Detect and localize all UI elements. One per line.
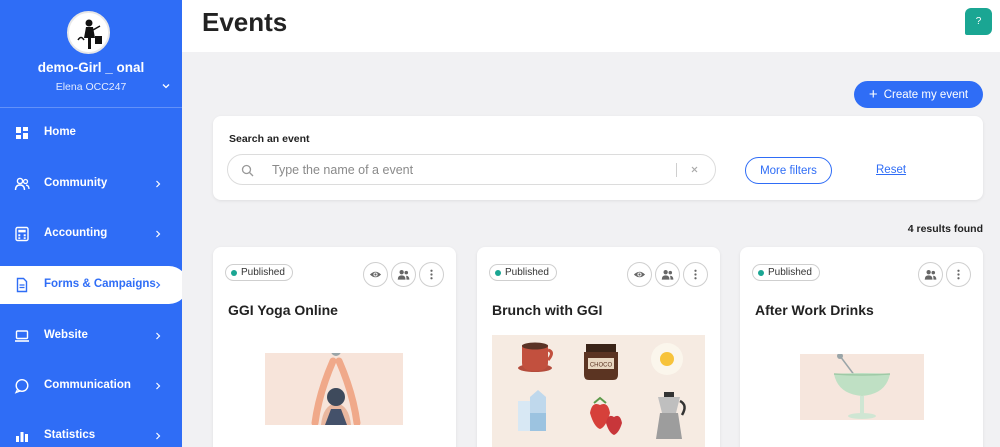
chart-icon [16, 432, 28, 442]
more-vertical-icon [430, 269, 433, 280]
card-actions [627, 262, 708, 287]
event-title: After Work Drinks [755, 302, 874, 318]
card-actions [918, 262, 971, 287]
more-vertical-icon [957, 269, 960, 280]
sidebar-item-label: Forms & Campaigns [44, 278, 156, 290]
status-dot [231, 269, 237, 276]
chevron-right-icon [156, 180, 161, 188]
sidebar-item-label: Community [44, 177, 108, 189]
chat-icon [14, 378, 29, 394]
search-divider [676, 163, 677, 177]
org-avatar[interactable] [67, 11, 110, 54]
chevron-right-icon [156, 332, 161, 340]
close-icon[interactable] [689, 164, 700, 175]
event-title: Brunch with GGI [492, 302, 603, 318]
people-icon [661, 270, 674, 280]
eye-icon [633, 271, 646, 278]
status-dot [758, 269, 764, 276]
sidebar-item-label: Website [44, 329, 88, 341]
status-label: Published [768, 267, 812, 278]
status-badge: Published [489, 264, 557, 281]
dashboard-icon [16, 127, 28, 139]
sidebar-item-home[interactable]: Home [0, 114, 182, 152]
status-dot [495, 269, 501, 276]
sidebar-item-forms-campaigns[interactable]: Forms & Campaigns [0, 266, 182, 304]
event-card[interactable]: Published GGI Yoga Online [213, 247, 456, 447]
event-card[interactable]: Published After Work Drinks [740, 247, 983, 447]
card-actions [363, 262, 444, 287]
sidebar-item-label: Home [44, 126, 76, 138]
help-button[interactable]: ? [965, 8, 992, 35]
view-button[interactable] [363, 262, 388, 287]
search-box[interactable] [227, 154, 716, 185]
chevron-right-icon [156, 382, 161, 390]
chevron-right-icon [156, 230, 161, 238]
participants-button[interactable] [391, 262, 416, 287]
eye-icon [369, 271, 382, 278]
status-label: Published [241, 267, 285, 278]
results-count: 4 results found [907, 223, 983, 235]
create-event-button[interactable]: + Create my event [854, 81, 983, 108]
sidebar-item-label: Accounting [44, 227, 108, 239]
document-icon [16, 277, 28, 293]
choco-label: CHOCO [590, 363, 613, 369]
page-title: Events [202, 7, 288, 37]
search-input[interactable] [272, 161, 672, 179]
sidebar-item-website[interactable]: Website [0, 317, 182, 355]
plus-icon: + [868, 86, 878, 103]
event-card[interactable]: Published Brunch with GGI CHOCO [477, 247, 720, 447]
calculator-icon [15, 226, 29, 242]
more-options-button[interactable] [419, 262, 444, 287]
top-bar: Events ? [182, 0, 1000, 52]
event-image [265, 353, 403, 425]
people-icon [924, 270, 937, 280]
participants-button[interactable] [655, 262, 680, 287]
status-badge: Published [225, 264, 293, 281]
event-image [800, 354, 924, 420]
sidebar: demo-Girl _ onal Elena OCC247 Home Commu… [0, 0, 182, 447]
org-name: demo-Girl _ onal [37, 60, 145, 75]
search-panel: Search an event More filters Reset [213, 116, 983, 200]
sidebar-item-label: Communication [44, 379, 131, 391]
event-image: CHOCO [492, 335, 705, 447]
event-title: GGI Yoga Online [228, 302, 338, 318]
more-options-button[interactable] [946, 262, 971, 287]
sidebar-item-label: Statistics [44, 429, 96, 441]
sidebar-item-statistics[interactable]: Statistics [0, 417, 182, 447]
status-badge: Published [752, 264, 820, 281]
sidebar-item-community[interactable]: Community [0, 165, 182, 203]
reset-link[interactable]: Reset [876, 164, 906, 176]
sidebar-item-accounting[interactable]: Accounting [0, 215, 182, 253]
more-vertical-icon [694, 269, 697, 280]
search-label: Search an event [229, 133, 310, 145]
sidebar-item-communication[interactable]: Communication [0, 367, 182, 405]
chevron-right-icon [156, 432, 161, 440]
participants-button[interactable] [918, 262, 943, 287]
people-icon [397, 270, 410, 280]
more-filters-button[interactable]: More filters [745, 157, 832, 184]
people-icon [14, 177, 30, 191]
create-event-label: Create my event [883, 88, 969, 101]
status-label: Published [505, 267, 549, 278]
search-icon [241, 164, 254, 177]
user-name: Elena OCC247 [55, 81, 127, 93]
view-button[interactable] [627, 262, 652, 287]
chevron-down-icon[interactable] [162, 82, 170, 90]
more-options-button[interactable] [683, 262, 708, 287]
laptop-icon [15, 330, 29, 342]
chevron-right-icon [156, 281, 161, 289]
sidebar-divider [0, 107, 182, 108]
